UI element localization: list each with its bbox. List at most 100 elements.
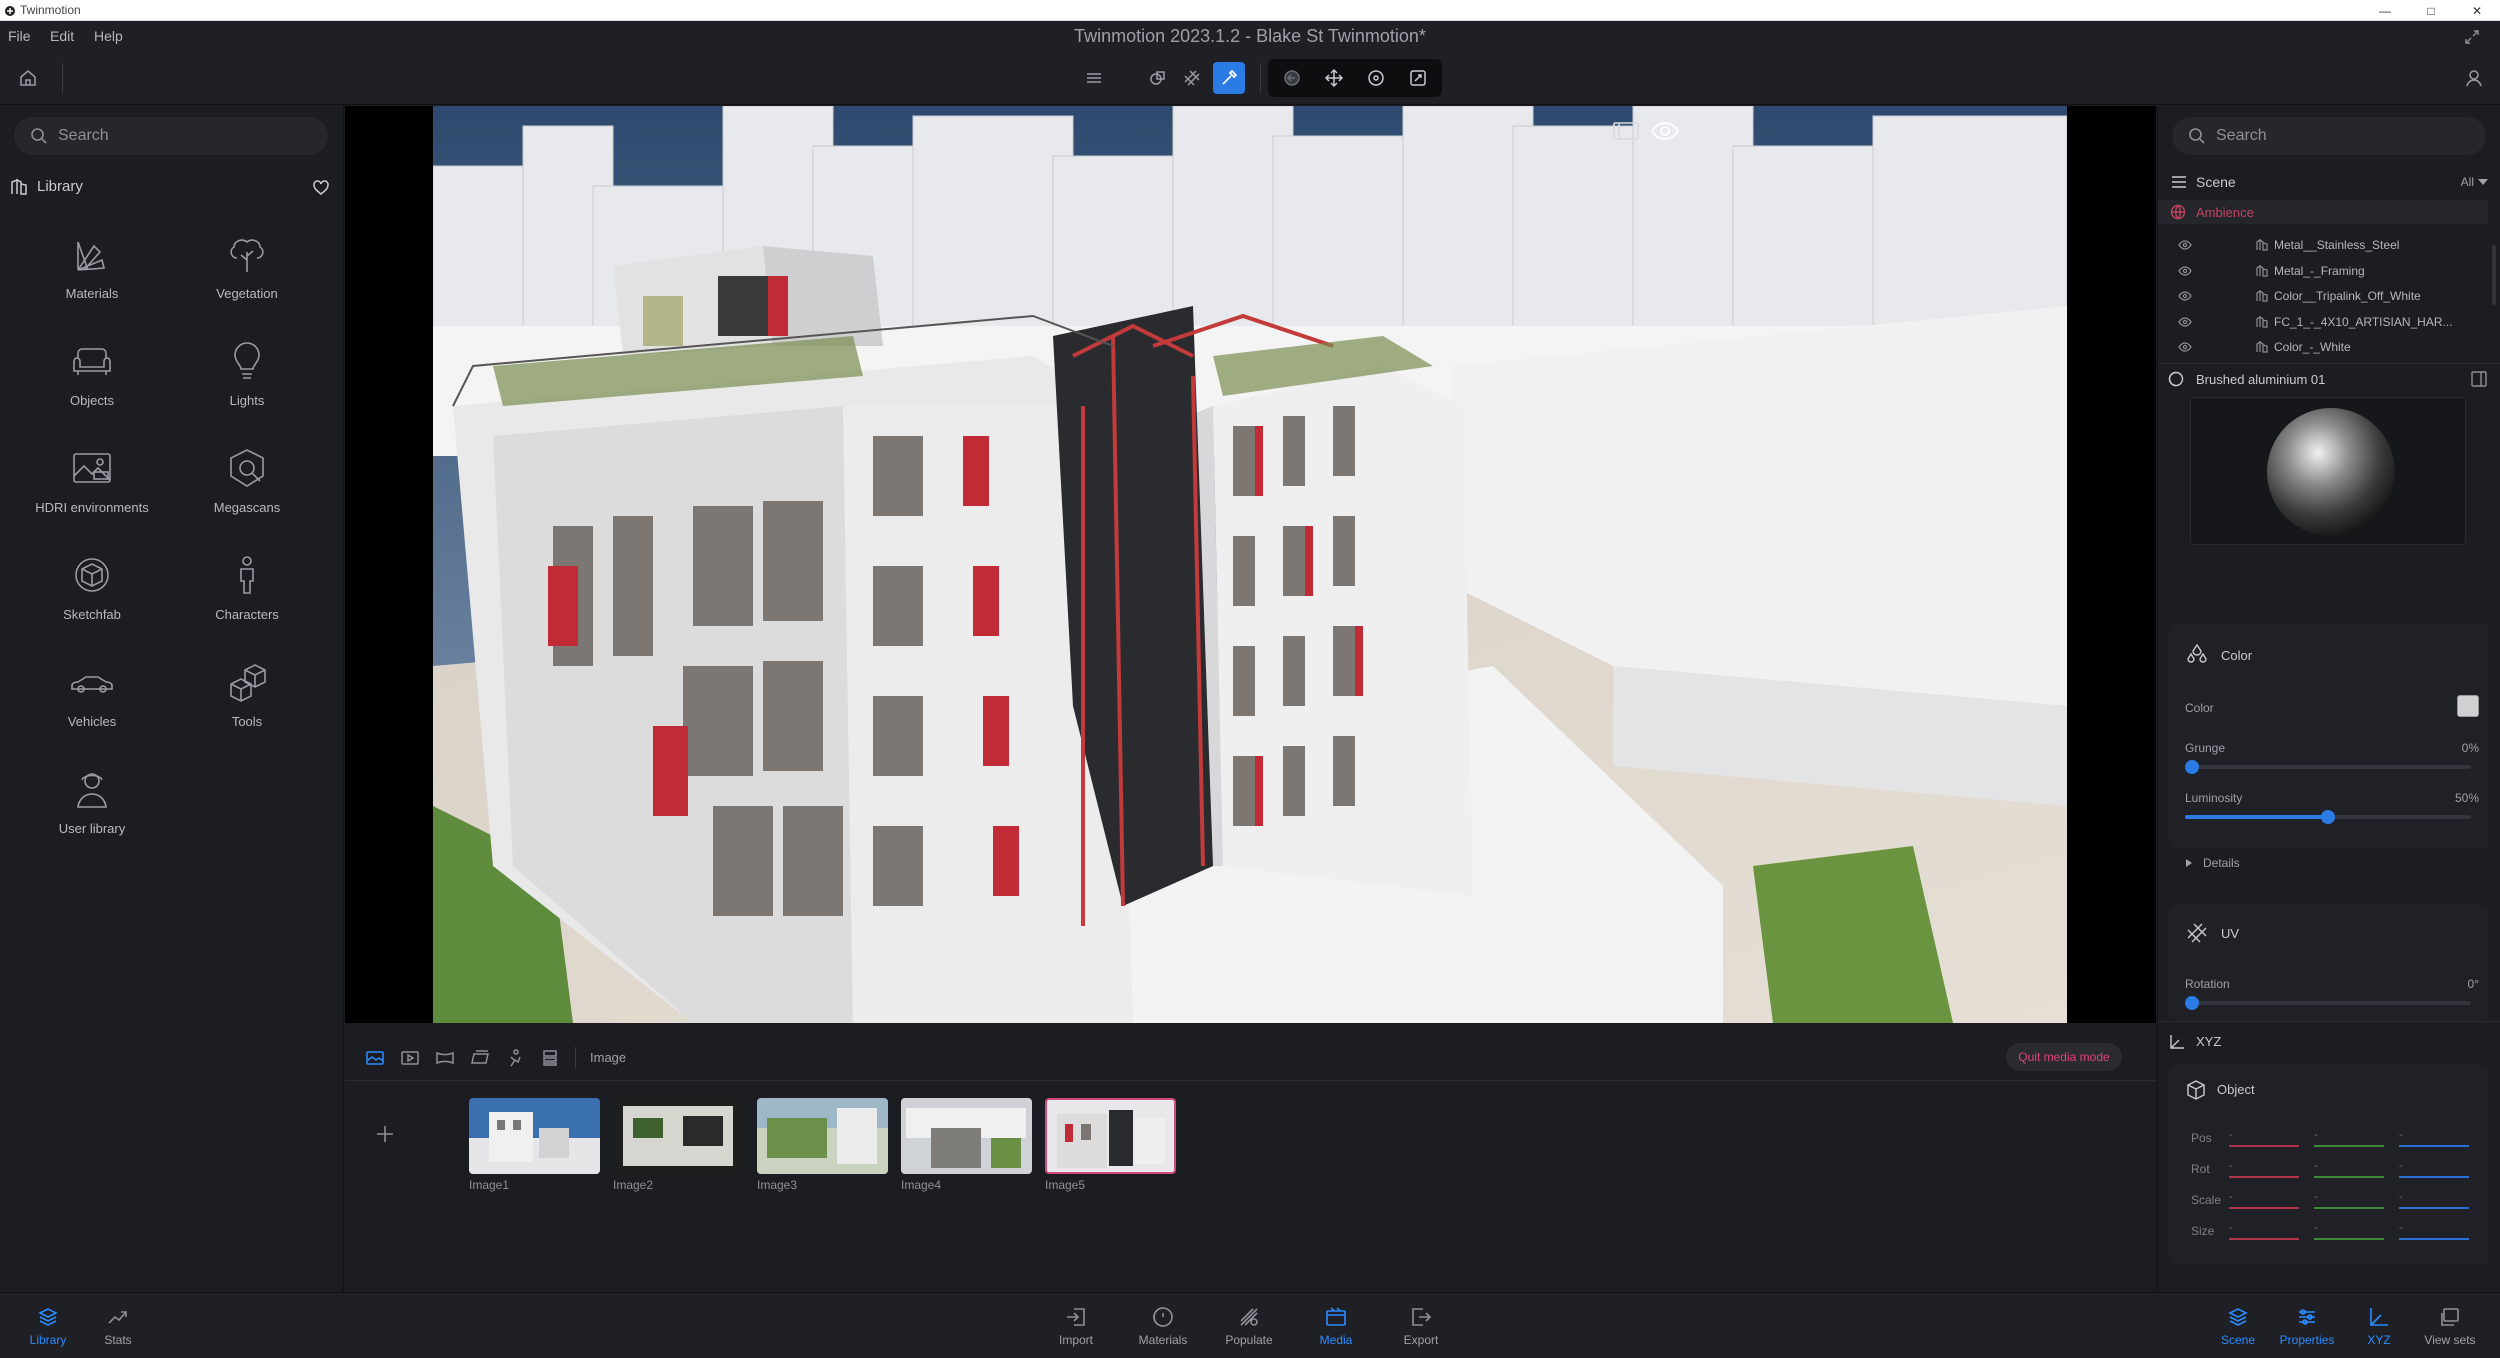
library-search-input[interactable]: Search [14, 117, 328, 155]
nav-properties[interactable]: Properties [2267, 1305, 2347, 1353]
panel-toggle-icon[interactable] [1609, 114, 1643, 148]
quit-media-mode-button[interactable]: Quit media mode [2006, 1043, 2122, 1071]
media-thumbnail-1[interactable] [469, 1098, 600, 1174]
uv-section: UV Rotation 0° [2169, 905, 2489, 1020]
scene-tree-item-label: FC_1_-_4X10_ARTISIAN_HAR... [2274, 314, 2453, 329]
library-item-lights[interactable]: Lights [172, 327, 322, 427]
add-media-button[interactable] [373, 1122, 397, 1146]
library-item-tools[interactable]: Tools [172, 648, 322, 748]
divider [2158, 363, 2500, 364]
library-item-objects[interactable]: Objects [17, 327, 167, 427]
home-button[interactable] [12, 62, 44, 94]
account-button[interactable] [2458, 62, 2490, 94]
color-label: Color [2185, 701, 2214, 715]
nav-library[interactable]: Library [8, 1305, 88, 1353]
heart-icon[interactable] [312, 179, 330, 197]
library-item-vegetation[interactable]: Vegetation [172, 220, 322, 320]
panel-split-icon[interactable] [2470, 370, 2488, 388]
nav-label: Stats [104, 1333, 132, 1347]
menu-edit[interactable]: Edit [50, 28, 74, 44]
scene-list-icon [2172, 176, 2186, 188]
details-expander[interactable]: Details [2169, 848, 2489, 878]
nav-populate[interactable]: Populate [1209, 1305, 1289, 1353]
video-icon[interactable] [400, 1048, 420, 1068]
fullscreen-icon[interactable] [2464, 29, 2480, 45]
media-thumbnail-2[interactable] [613, 1098, 744, 1174]
nav-stats[interactable]: Stats [78, 1305, 158, 1353]
nav-label: Scene [2220, 1333, 2256, 1347]
scene-tree-item[interactable]: FC_1_-_4X10_ARTISIAN_HAR... [2158, 310, 2488, 334]
library-item-sketchfab[interactable]: Sketchfab [17, 541, 167, 641]
nav-scene[interactable]: Scene [2198, 1305, 2278, 1353]
slider-knob[interactable] [2321, 810, 2335, 824]
scale-tool-button[interactable] [1402, 62, 1434, 94]
scene-tree-item[interactable]: Metal__Stainless_Steel [2158, 237, 2488, 257]
transform-tool-group [1268, 59, 1442, 97]
library-item-vehicles[interactable]: Vehicles [17, 648, 167, 748]
phasing-icon[interactable] [505, 1048, 525, 1068]
eye-icon[interactable] [2178, 316, 2192, 328]
scene-tree-item[interactable]: Color_-_White [2158, 335, 2488, 359]
move-tool-button[interactable] [1318, 62, 1350, 94]
material-preview[interactable] [2190, 397, 2466, 545]
scene-tree-item[interactable]: Color__Tripalink_Dark_Gray [2158, 361, 2488, 362]
media-thumbnail-5-selected[interactable] [1045, 1098, 1176, 1174]
nav-materials[interactable]: Materials [1123, 1305, 1203, 1353]
nav-export[interactable]: Export [1381, 1305, 1461, 1353]
eye-icon[interactable] [2178, 265, 2192, 277]
rotate-icon [1368, 70, 1384, 86]
grunge-slider[interactable] [2185, 760, 2471, 774]
scene-search-placeholder: Search [2216, 127, 2267, 144]
eye-icon[interactable] [2178, 290, 2192, 302]
library-item-user-library[interactable]: User library [17, 755, 167, 855]
nav-import[interactable]: Import [1036, 1305, 1116, 1353]
media-thumbnail-3[interactable] [757, 1098, 888, 1174]
library-item-label: Characters [215, 607, 279, 622]
slider-knob[interactable] [2185, 760, 2199, 774]
panorama-icon[interactable] [435, 1048, 455, 1068]
slider-knob[interactable] [2185, 996, 2199, 1010]
library-item-characters[interactable]: Characters [172, 541, 322, 641]
eye-icon[interactable] [2178, 239, 2192, 251]
3d-viewport[interactable] [345, 106, 2156, 1023]
scene-tree-item[interactable]: Color__Tripalink_Off_White [2158, 284, 2488, 308]
pick-material-button[interactable] [1213, 62, 1245, 94]
library-title: Library [37, 178, 83, 195]
close-button[interactable]: ✕ [2454, 0, 2500, 21]
shapes-button[interactable] [1142, 62, 1174, 94]
luminosity-slider[interactable] [2185, 810, 2471, 824]
paint-button[interactable] [1176, 62, 1208, 94]
library-item-materials[interactable]: Materials [17, 220, 167, 320]
scene-tree-item[interactable]: Metal_-_Framing [2158, 259, 2488, 283]
batch-icon[interactable] [540, 1048, 560, 1068]
scene-search-input[interactable]: Search [2172, 117, 2486, 155]
eye-icon[interactable] [1648, 114, 1682, 148]
select-tool-button[interactable] [1276, 62, 1308, 94]
menu-help[interactable]: Help [94, 28, 123, 44]
os-title-bar: Twinmotion — □ ✕ [0, 0, 2500, 21]
menu-bar: File Edit Help Twinmotion 2023.1.2 - Bla… [0, 21, 2500, 51]
scene-render[interactable] [433, 106, 2067, 1023]
nav-xyz[interactable]: XYZ [2339, 1305, 2419, 1353]
rotation-slider[interactable] [2185, 996, 2471, 1010]
image-mode-icon[interactable] [365, 1048, 385, 1068]
minimize-button[interactable]: — [2362, 0, 2408, 21]
layers-button[interactable] [1078, 62, 1110, 94]
nav-media[interactable]: Media [1296, 1305, 1376, 1353]
presentation-icon[interactable] [470, 1048, 490, 1068]
nav-label: Properties [2279, 1333, 2335, 1347]
nav-view-sets[interactable]: View sets [2410, 1305, 2490, 1353]
library-item-hdri[interactable]: HDRI environments [17, 434, 167, 534]
plus-icon [377, 1126, 393, 1142]
maximize-button[interactable]: □ [2408, 0, 2454, 21]
menu-file[interactable]: File [8, 28, 31, 44]
library-item-megascans[interactable]: Megascans [172, 434, 322, 534]
eye-icon[interactable] [2178, 341, 2192, 353]
color-swatch[interactable] [2457, 695, 2479, 717]
tree-scrollbar[interactable] [2492, 245, 2496, 305]
scene-filter-dropdown[interactable]: All [2461, 175, 2474, 189]
media-thumbnail-4[interactable] [901, 1098, 1032, 1174]
ambience-row[interactable]: Ambience [2158, 200, 2488, 224]
rotate-tool-button[interactable] [1360, 62, 1392, 94]
chevron-down-icon[interactable] [2478, 178, 2488, 186]
